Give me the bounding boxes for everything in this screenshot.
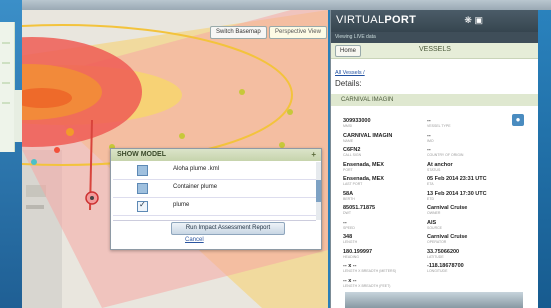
details-heading: Details: [335, 79, 362, 88]
switch-basemap-button[interactable]: Switch Basemap [210, 26, 267, 39]
field-label: IMO [427, 138, 434, 143]
field-label: LENGTH X BREADTH (METERS) [343, 269, 397, 273]
field-value: 58A [343, 190, 354, 197]
field-label: OWNER [427, 211, 441, 215]
field-label: LONGITUDE [427, 269, 448, 273]
detail-field: 180.199997 HEADING [343, 249, 372, 259]
detail-field: Carnival Cruise OWNER [427, 205, 467, 215]
detail-field: 348 LENGTH [343, 234, 357, 244]
field-label: CALL SIGN [343, 153, 362, 157]
breadcrumb[interactable]: All Vessels / [335, 70, 365, 76]
run-impact-report-button[interactable]: Run Impact Assessment Report [171, 222, 285, 235]
detail-field: -- COUNTRY OF ORIGIN [427, 147, 463, 157]
field-label: LENGTH X BREADTH (FEET) [343, 283, 391, 288]
field-label: MMSI [343, 124, 353, 128]
list-item[interactable]: Container plume [113, 180, 316, 198]
field-value: 05 Feb 2014 23:31 UTC [427, 176, 487, 182]
virtualport-logo: VIRTUALPORT [336, 14, 417, 26]
model-list: Aloha plume .kml Container plume plume [113, 162, 316, 221]
nav-title: VESSELS [419, 46, 451, 53]
detail-field: 05 Feb 2014 23:31 UTC ETA [427, 176, 487, 186]
detail-field: Ensenada, MEX PORT [343, 162, 384, 172]
detail-field: -- IMO [427, 133, 434, 143]
list-item[interactable]: plume [113, 198, 316, 216]
detail-field: -- x -- LENGTH X BREADTH (METERS) [343, 263, 396, 273]
field-label: SPEED [343, 225, 355, 230]
plus-icon[interactable]: + [311, 149, 316, 161]
left-side-panel [0, 22, 15, 152]
detail-field: 13 Feb 2014 17:30 UTC ETD [427, 191, 487, 201]
field-label: STATUS [427, 167, 441, 172]
vessel-photo [345, 292, 523, 308]
list-item[interactable]: Aloha plume .kml [113, 162, 316, 180]
field-label: DWT [343, 211, 351, 215]
checkbox[interactable] [137, 183, 148, 194]
perspective-view-button[interactable]: Perspective View [269, 26, 327, 39]
list-scrollbar[interactable] [316, 162, 321, 220]
field-label: LAST PORT [343, 182, 363, 186]
right-frame [538, 10, 551, 308]
field-label: ETA [427, 182, 434, 186]
field-value: At anchor [427, 161, 453, 168]
detail-field: Carnival Cruise OPERATOR [427, 234, 467, 244]
detail-field: 58A BERTH [343, 191, 355, 201]
vessel-details-panel: VIRTUALPORT ❋ ▣ Viewing LIVE data Home V… [330, 10, 539, 308]
live-data-subheader: Viewing LIVE data [331, 32, 539, 43]
checkbox-checked[interactable] [137, 200, 148, 212]
field-value: 180.199997 [343, 248, 373, 255]
settings-icon[interactable]: ❋ [464, 15, 472, 25]
field-label: BERTH [343, 196, 355, 201]
detail-field: -- SPEED [343, 220, 355, 230]
detail-field: -118.18678700 LONGITUDE [427, 263, 464, 273]
panel-nav: Home VESSELS [331, 43, 539, 59]
field-label: VESSEL TYPE [427, 124, 451, 128]
map-pin-icon[interactable]: ● [512, 114, 524, 126]
field-label: LENGTH [343, 240, 358, 244]
field-label: LATITUDE [427, 254, 444, 259]
field-label: PORT [343, 167, 353, 172]
field-label: COUNTRY OF ORIGIN [427, 153, 464, 157]
detail-field: CARNIVAL IMAGIN NAME [343, 133, 392, 143]
vessel-name-bar: CARNIVAL IMAGIN [331, 94, 539, 106]
field-value: CARNIVAL IMAGIN [343, 132, 393, 139]
show-model-dialog: SHOW MODEL + Aloha plume .kml Container … [110, 148, 322, 250]
top-browser-strip [0, 0, 551, 10]
field-label: SOURCE [427, 225, 442, 230]
field-value: 33.75066200 [427, 248, 460, 255]
field-label: ETD [427, 196, 434, 201]
detail-field: -- x -- LENGTH X BREADTH (FEET) [343, 278, 390, 288]
detail-field: 309933000 MMSI [343, 118, 371, 128]
message-icon[interactable]: ▣ [474, 15, 483, 25]
detail-field: At anchor STATUS [427, 162, 453, 172]
detail-field: C6FN2 CALL SIGN [343, 147, 361, 157]
field-value: Ensenada, MEX [343, 161, 384, 168]
detail-field: -- VESSEL TYPE [427, 118, 451, 128]
detail-field: 85051.71875 DWT [343, 205, 375, 215]
detail-field: Ensenada, MEX LAST PORT [343, 176, 384, 186]
cancel-link[interactable]: Cancel [185, 237, 204, 243]
field-label: OPERATOR [427, 240, 447, 244]
checkbox[interactable] [137, 165, 148, 176]
dialog-title: SHOW MODEL + [111, 149, 321, 161]
detail-field: 33.75066200 LATITUDE [427, 249, 459, 259]
detail-field: AIS SOURCE [427, 220, 442, 230]
map-view[interactable]: Switch Basemap Perspective View SHOW MOD… [22, 10, 328, 308]
field-value: 13 Feb 2014 17:30 UTC [427, 190, 487, 197]
field-label: HEADING [343, 254, 359, 259]
field-label: NAME [343, 138, 354, 143]
home-button[interactable]: Home [335, 45, 362, 57]
panel-header: VIRTUALPORT ❋ ▣ [331, 10, 539, 32]
